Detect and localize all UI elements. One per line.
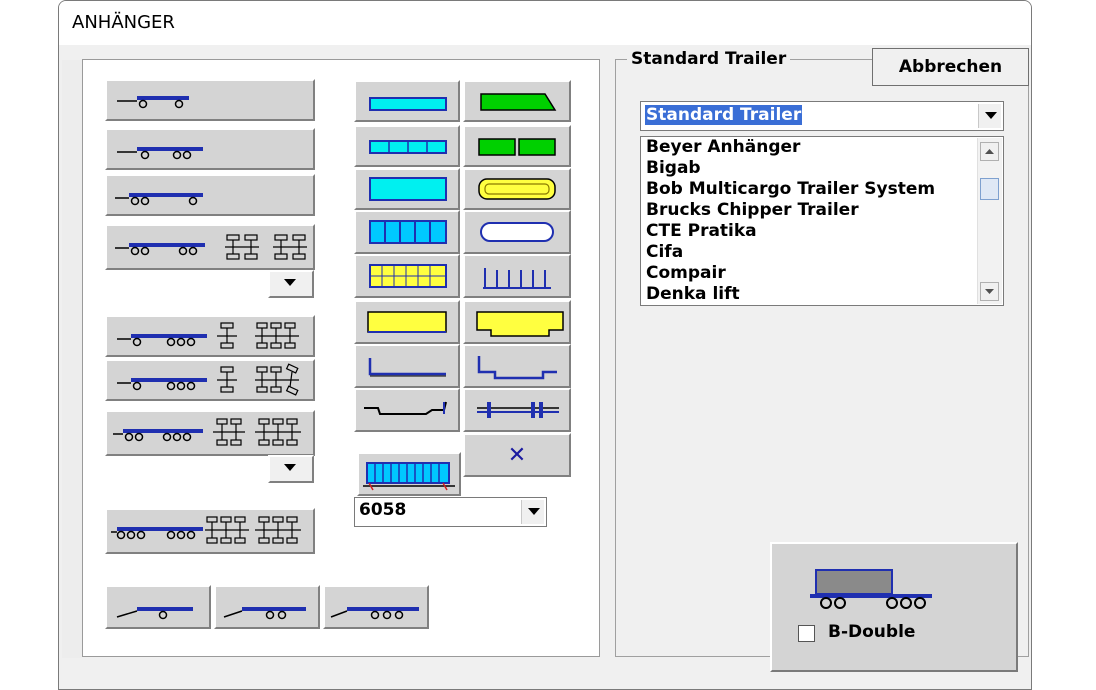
trailer-icon [330, 607, 419, 620]
body-button-box-cyan[interactable] [354, 168, 460, 210]
body-button-stake-frame[interactable] [463, 254, 571, 298]
trailer-icon [117, 147, 203, 160]
body-button-lowbed-2[interactable] [463, 344, 571, 388]
lowbed-ramp-icon [364, 401, 447, 415]
body-type-select[interactable]: 6058 [354, 497, 547, 527]
group-label: Standard Trailer [627, 49, 791, 69]
chassis-more-dropdown-1[interactable] [268, 270, 314, 298]
body-button-yellow-tank[interactable] [463, 168, 571, 210]
close-icon: ✕ [507, 443, 527, 468]
chassis-button-2-front-1-rear[interactable] [105, 174, 315, 216]
title-bar [59, 1, 1031, 45]
double-container-icon [478, 138, 556, 156]
body-button-segmented-cyan[interactable] [354, 125, 460, 167]
chevron-down-icon [284, 464, 296, 471]
body-type-value: 6058 [359, 500, 407, 520]
chevron-down-icon [985, 289, 994, 294]
body-button-yellow-lowloader[interactable] [463, 300, 571, 344]
body-button-white-tank[interactable] [463, 210, 571, 254]
b-double-panel[interactable]: B-Double [770, 542, 1018, 672]
paneled-box-icon [369, 220, 447, 244]
scroll-up-button[interactable] [980, 142, 999, 161]
pole-trailer-icon [477, 402, 559, 418]
b-double-label: B-Double [828, 622, 916, 642]
chevron-down-icon [284, 279, 296, 286]
body-button-none[interactable]: ✕ [463, 433, 571, 477]
trailer-icon [111, 516, 301, 544]
box-body-icon [369, 177, 447, 201]
chassis-button-1-front-2-rear[interactable] [105, 128, 315, 170]
list-item[interactable]: Beyer Anhänger [646, 137, 800, 158]
manufacturer-selected-value: Standard Trailer [645, 105, 803, 125]
trailer-icon [116, 607, 193, 620]
body-button-pole-trailer[interactable] [463, 388, 571, 432]
chassis-button-1-axle-front-1-rear[interactable] [105, 79, 315, 121]
segmented-body-icon [369, 140, 447, 154]
tipper-body-icon [480, 93, 557, 111]
chevron-down-icon [528, 508, 540, 515]
list-item[interactable]: Bob Multicargo Trailer System [646, 179, 935, 200]
body-button-yellow-flat[interactable] [354, 300, 460, 344]
chevron-down-icon [985, 112, 997, 119]
manufacturer-select[interactable]: Standard Trailer [640, 101, 1004, 131]
chassis-button-3-front-3-rear[interactable] [105, 508, 315, 554]
list-item[interactable]: Brucks Chipper Trailer [646, 200, 859, 221]
chassis-more-dropdown-2[interactable] [268, 455, 314, 483]
centre-axle-button-2[interactable] [214, 585, 320, 629]
scroll-down-button[interactable] [980, 282, 999, 301]
scroll-thumb[interactable] [980, 178, 999, 200]
chassis-button-2-front-2-rear[interactable] [105, 224, 315, 270]
stake-frame-icon [483, 268, 551, 289]
centre-axle-button-3[interactable] [323, 585, 429, 629]
trailer-icon [117, 363, 299, 396]
grid-box-icon [369, 264, 447, 288]
list-item[interactable]: Bigab [646, 158, 701, 179]
body-type-dropdown-button[interactable] [521, 500, 544, 524]
body-button-lowbed-3[interactable] [354, 388, 460, 432]
yellow-lowloader-icon [476, 311, 564, 337]
trailer-icon [115, 234, 307, 260]
background-strip [62, 60, 82, 658]
list-scrollbar[interactable] [977, 138, 1002, 304]
chassis-button-2-front-3-rear[interactable] [105, 410, 315, 456]
list-item[interactable]: Denka lift [646, 284, 740, 305]
manufacturer-list[interactable]: Beyer Anhänger Bigab Bob Multicargo Trai… [640, 136, 1004, 306]
trailer-icon [115, 193, 203, 206]
window-title: ANHÄNGER [72, 12, 175, 33]
container-preview-icon [363, 462, 455, 491]
trailer-icon [117, 322, 299, 349]
b-double-checkbox[interactable] [798, 625, 815, 642]
yellow-flat-icon [367, 311, 447, 333]
silo-tank-icon [480, 222, 554, 242]
manufacturer-dropdown-button[interactable] [978, 104, 1001, 128]
chassis-button-1-front-3-rear-steered[interactable] [105, 359, 315, 401]
body-button-green-tipper[interactable] [463, 80, 571, 122]
tank-body-icon [478, 178, 556, 200]
trailer-icon [113, 418, 301, 446]
list-item[interactable]: CTE Pratika [646, 221, 757, 242]
list-item[interactable]: Compair [646, 263, 726, 284]
body-button-blue-panels[interactable] [354, 210, 460, 254]
chassis-button-1-front-3-rear[interactable] [105, 315, 315, 357]
centre-axle-button-1[interactable] [105, 585, 211, 629]
body-button-yellow-grid[interactable] [354, 254, 460, 298]
lowbed-stepped-icon [477, 356, 557, 380]
trailer-icon [223, 607, 306, 620]
body-button-flat-cyan[interactable] [354, 80, 460, 122]
body-button-lowbed-1[interactable] [354, 344, 460, 388]
cancel-button[interactable]: Abbrechen [872, 48, 1029, 86]
lowbed-icon [368, 358, 446, 377]
list-item[interactable]: Cifa [646, 242, 683, 263]
body-button-container-preview[interactable] [357, 452, 461, 496]
chevron-up-icon [985, 149, 994, 154]
flatbed-body-icon [369, 97, 447, 111]
trailer-icon [117, 96, 189, 109]
body-button-green-double[interactable] [463, 125, 571, 167]
